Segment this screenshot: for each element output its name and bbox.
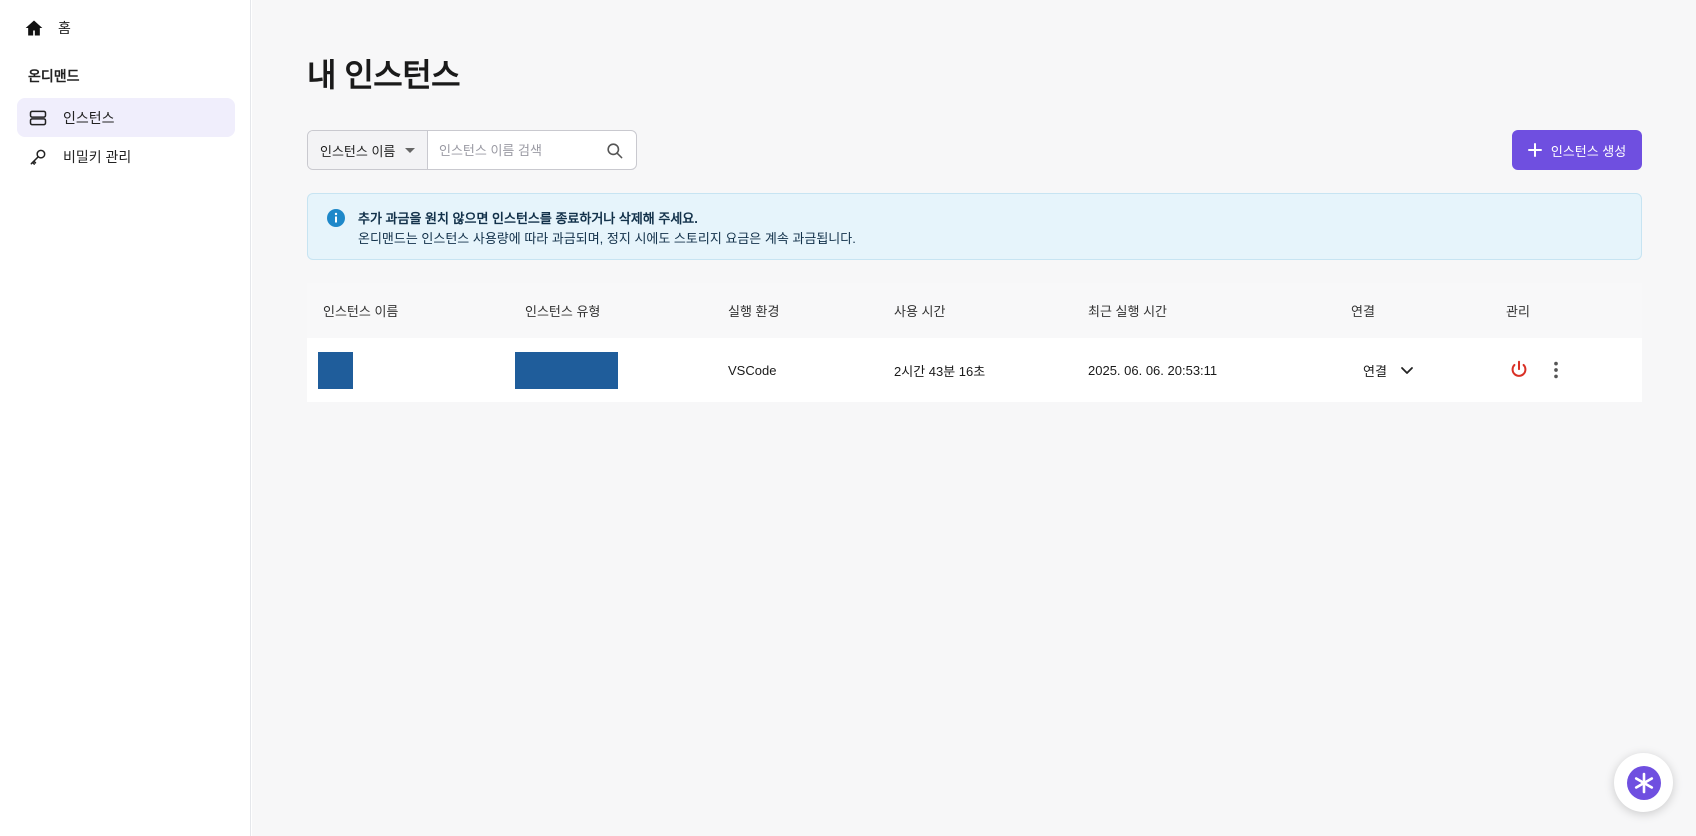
create-instance-label: 인스턴스 생성 bbox=[1550, 143, 1627, 159]
page-title: 내 인스턴스 bbox=[307, 57, 461, 93]
info-banner: 추가 과금을 원치 않으면 인스턴스를 종료하거나 삭제해 주세요. 온디맨드는… bbox=[307, 193, 1642, 260]
last-run-cell: 2025. 06. 06. 20:53:11 bbox=[1088, 362, 1218, 378]
search-icon[interactable] bbox=[605, 141, 624, 160]
search-input-wrap bbox=[428, 131, 636, 169]
info-icon bbox=[327, 209, 345, 227]
instance-name-cell[interactable] bbox=[318, 338, 353, 402]
column-header-last-run: 최근 실행 시간 bbox=[1088, 304, 1167, 319]
power-icon[interactable] bbox=[1508, 359, 1530, 381]
home-link[interactable]: 홈 bbox=[24, 17, 71, 39]
column-header-type: 인스턴스 유형 bbox=[525, 304, 601, 319]
info-title: 추가 과금을 원치 않으면 인스턴스를 종료하거나 삭제해 주세요. bbox=[358, 211, 698, 226]
manage-cell bbox=[1508, 338, 1530, 402]
usage-time-cell: 2시간 43분 16초 bbox=[894, 363, 986, 379]
sidebar-item-instances[interactable]: 인스턴스 bbox=[17, 98, 235, 137]
connect-dropdown[interactable]: 연결 bbox=[1363, 361, 1415, 380]
chevron-down-icon bbox=[1401, 367, 1413, 374]
search-group: 인스턴스 이름 bbox=[307, 130, 637, 170]
info-text: 온디맨드는 인스턴스 사용량에 따라 과금되며, 정지 시에도 스토리지 요금은… bbox=[358, 231, 856, 246]
search-filter-select[interactable]: 인스턴스 이름 bbox=[308, 131, 428, 169]
main-content bbox=[252, 0, 1696, 836]
key-icon bbox=[30, 149, 46, 165]
caret-down-icon bbox=[405, 147, 415, 153]
column-header-manage: 관리 bbox=[1506, 304, 1530, 319]
redacted-block bbox=[318, 351, 353, 389]
assistant-sparkle-icon bbox=[1626, 765, 1661, 800]
column-header-connect: 연결 bbox=[1351, 304, 1375, 319]
home-icon bbox=[25, 20, 43, 36]
redacted-block bbox=[515, 351, 618, 389]
plus-icon bbox=[1527, 143, 1542, 157]
column-header-usage-time: 사용 시간 bbox=[894, 304, 946, 319]
table-row: VSCode 2시간 43분 16초 2025. 06. 06. 20:53:1… bbox=[307, 338, 1642, 402]
section-title-ondemand: 온디맨드 bbox=[28, 68, 80, 84]
more-cell bbox=[1545, 338, 1567, 402]
assistant-chat-button[interactable] bbox=[1614, 753, 1673, 812]
create-instance-button[interactable]: 인스턴스 생성 bbox=[1512, 130, 1642, 170]
sidebar-item-label: 인스턴스 bbox=[63, 109, 115, 126]
connect-label: 연결 bbox=[1363, 363, 1387, 379]
sidebar: 홈 온디맨드 인스턴스 비밀키 관리 bbox=[0, 0, 251, 836]
server-icon bbox=[29, 110, 47, 125]
sidebar-item-label: 비밀키 관리 bbox=[63, 148, 132, 165]
table-header: 인스턴스 이름 인스턴스 유형 실행 환경 사용 시간 최근 실행 시간 연결 … bbox=[307, 283, 1642, 338]
search-filter-value: 인스턴스 이름 bbox=[320, 143, 396, 159]
instances-table: 인스턴스 이름 인스턴스 유형 실행 환경 사용 시간 최근 실행 시간 연결 … bbox=[307, 283, 1642, 402]
instance-type-cell bbox=[515, 338, 618, 402]
kebab-menu-icon[interactable] bbox=[1545, 359, 1567, 381]
home-label: 홈 bbox=[58, 20, 71, 36]
column-header-name: 인스턴스 이름 bbox=[323, 304, 399, 319]
connect-cell: 연결 bbox=[1363, 338, 1415, 402]
column-header-runtime: 실행 환경 bbox=[728, 304, 780, 319]
runtime-cell: VSCode bbox=[728, 362, 777, 378]
sidebar-item-secret-keys[interactable]: 비밀키 관리 bbox=[17, 137, 235, 176]
